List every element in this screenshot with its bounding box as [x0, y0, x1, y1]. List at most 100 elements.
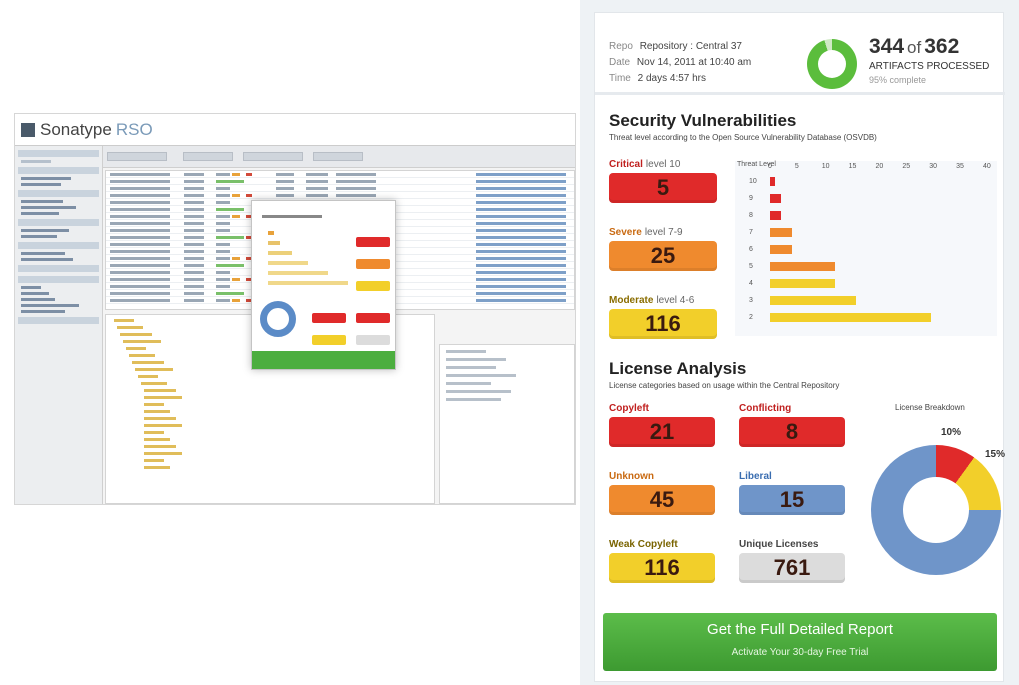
liberal-label: Liberal — [739, 471, 772, 482]
tree-node[interactable] — [138, 375, 158, 378]
tree-node[interactable] — [123, 340, 161, 343]
unique-licenses-label: Unique Licenses — [739, 539, 819, 550]
severe-label: Severe level 7-9 — [609, 227, 683, 238]
table-row[interactable] — [106, 178, 574, 185]
meta-value: Nov 14, 2011 at 10:40 am — [636, 57, 752, 68]
mini-bar — [268, 231, 274, 235]
cta-subtitle: Activate Your 30-day Free Trial — [731, 647, 869, 658]
sidebar-section — [18, 242, 99, 249]
histogram-bar — [770, 262, 835, 271]
critical-label-text: Critical — [609, 159, 643, 170]
mini-bar — [268, 281, 348, 285]
page: Sonatype RSO Repo Repository: Central 3… — [0, 0, 1019, 685]
tree-node[interactable] — [126, 347, 146, 350]
histogram-x-tick: 10 — [821, 163, 830, 170]
conflicting-label: Conflicting — [739, 403, 792, 414]
histogram-bar — [770, 296, 856, 305]
liberal-badge: 15 — [739, 485, 845, 515]
table-row[interactable] — [106, 185, 574, 192]
sidebar-item[interactable] — [21, 304, 79, 307]
sidebar-item[interactable] — [21, 183, 61, 186]
report-header: Repo Repository : Central 37 Date Nov 14… — [595, 13, 1005, 95]
tree-node[interactable] — [144, 410, 170, 413]
tree-node[interactable] — [144, 389, 176, 392]
full-report-button[interactable]: Get the Full Detailed Report Activate Yo… — [603, 613, 997, 671]
sidebar-item[interactable] — [21, 258, 73, 261]
tree-node[interactable] — [114, 319, 134, 322]
tree-node[interactable] — [144, 403, 164, 406]
mini-cta-button[interactable] — [252, 351, 395, 369]
mini-bar — [268, 261, 308, 265]
sidebar-item[interactable] — [21, 310, 65, 313]
histogram-x-tick: 15 — [848, 163, 857, 170]
mini-badge-weak — [312, 335, 346, 345]
tree-node[interactable] — [144, 424, 182, 427]
sidebar-item[interactable] — [21, 177, 71, 180]
mini-report-popup — [251, 200, 396, 370]
sidebar-item[interactable] — [21, 212, 59, 215]
count-subcaption: 95% complete — [869, 75, 927, 85]
meta-value: 2 days 4:57 hrs — [637, 73, 707, 84]
sidebar-item[interactable] — [21, 252, 65, 255]
tree-node[interactable] — [117, 326, 143, 329]
sidebar-item[interactable] — [21, 229, 69, 232]
table-row[interactable] — [106, 171, 574, 178]
mini-badge-severe — [356, 259, 390, 269]
scanned-count: 344 — [869, 35, 905, 58]
unique-licenses-badge: 761 — [739, 553, 845, 583]
tree-node[interactable] — [144, 466, 170, 469]
sidebar-item[interactable] — [21, 200, 63, 203]
tree-node[interactable] — [120, 333, 152, 336]
moderate-sublabel: level 4-6 — [656, 295, 695, 306]
count-of-label: of — [907, 38, 922, 57]
histogram-x-tick: 25 — [902, 163, 911, 170]
tree-node[interactable] — [141, 382, 167, 385]
sidebar-item[interactable] — [21, 206, 76, 209]
mini-title — [262, 215, 322, 218]
toolbar-field[interactable] — [107, 152, 167, 161]
histogram-bar — [770, 245, 792, 254]
security-subtitle: Threat level according to the Open Sourc… — [609, 133, 877, 142]
license-subtitle: License categories based on usage within… — [609, 381, 840, 390]
mini-badge-copyleft — [312, 313, 346, 323]
sidebar-item[interactable] — [21, 235, 57, 238]
toolbar-field[interactable] — [243, 152, 303, 161]
tree-node[interactable] — [144, 417, 176, 420]
tree-node[interactable] — [144, 452, 182, 455]
tree-node[interactable] — [144, 459, 164, 462]
severe-label-text: Severe — [609, 227, 642, 238]
critical-badge: 5 — [609, 173, 717, 203]
histogram-category-label: 5 — [749, 263, 753, 270]
severe-sublabel: level 7-9 — [644, 227, 683, 238]
sidebar-section — [18, 265, 99, 272]
sidebar-section — [18, 150, 99, 157]
report-card: Repo Repository : Central 37 Date Nov 14… — [594, 12, 1005, 682]
artifact-detail-panel — [439, 344, 575, 504]
tree-node[interactable] — [144, 438, 170, 441]
mini-bar — [268, 271, 328, 275]
copyleft-label: Copyleft — [609, 403, 649, 414]
meta-key: Time — [609, 73, 631, 84]
mini-badge-moderate — [356, 281, 390, 291]
sidebar-item[interactable] — [21, 292, 49, 295]
moderate-label: Moderate level 4-6 — [609, 295, 694, 306]
cta-title: Get the Full Detailed Report — [707, 621, 893, 638]
tree-node[interactable] — [129, 354, 155, 357]
sidebar-item[interactable] — [21, 298, 55, 301]
histogram-bar — [770, 194, 781, 203]
tree-node[interactable] — [132, 361, 164, 364]
moderate-label-text: Moderate — [609, 295, 654, 306]
table-row[interactable] — [106, 192, 574, 199]
tree-node[interactable] — [135, 368, 173, 371]
detail-line — [446, 366, 496, 369]
sidebar-item[interactable] — [21, 286, 41, 289]
sidebar-item[interactable] — [21, 160, 51, 163]
tree-node[interactable] — [144, 445, 176, 448]
histogram-category-label: 7 — [749, 229, 753, 236]
toolbar-tab[interactable] — [183, 152, 233, 161]
tree-node[interactable] — [144, 431, 164, 434]
tree-node[interactable] — [144, 396, 182, 399]
toolbar-field[interactable] — [313, 152, 363, 161]
app-product: RSO — [115, 119, 153, 139]
moderate-badge: 116 — [609, 309, 717, 339]
